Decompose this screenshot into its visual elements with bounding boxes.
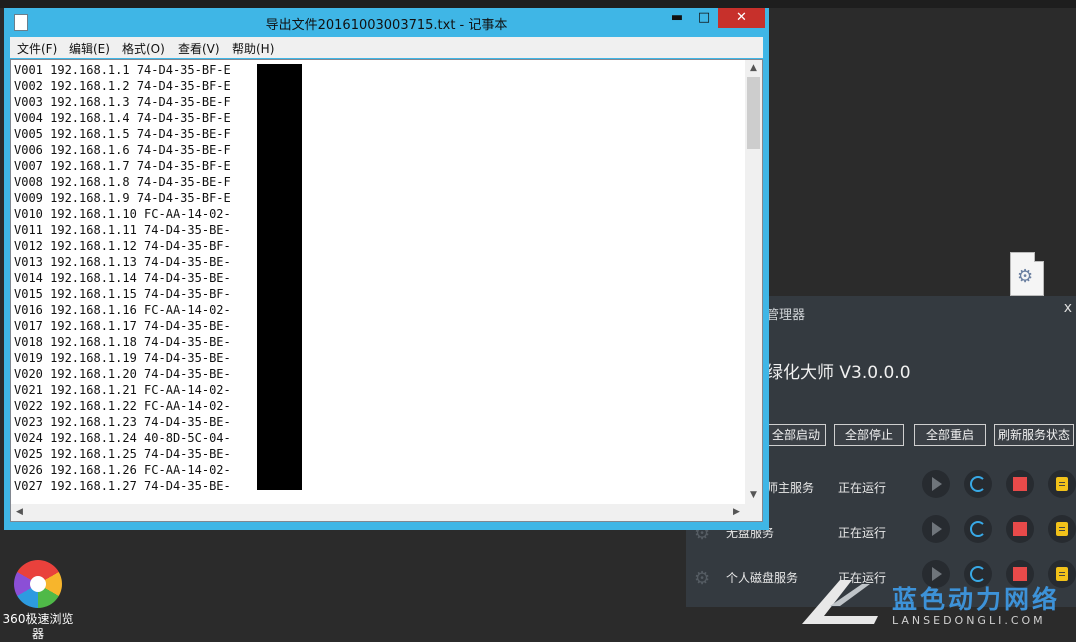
gear-icon: ⚙ xyxy=(694,568,711,589)
restart-service-button[interactable] xyxy=(964,470,992,498)
start-service-button[interactable] xyxy=(922,470,950,498)
watermark-url: LANSEDONGLI.COM xyxy=(892,614,1046,627)
watermark-text: 蓝色动力网络 xyxy=(892,585,1061,614)
service-log-button[interactable] xyxy=(1048,470,1076,498)
scrollbar-corner xyxy=(745,504,762,521)
stop-icon xyxy=(1013,567,1027,581)
text-line: V009 192.168.1.9 74-D4-35-BF-E xyxy=(14,191,231,205)
text-line: V012 192.168.1.12 74-D4-35-BF- xyxy=(14,239,231,253)
notes-icon xyxy=(1056,567,1068,581)
browser-label: 360极速浏览器 xyxy=(2,612,74,641)
scroll-left-arrow-icon[interactable]: ◀ xyxy=(11,504,28,521)
notepad-titlebar[interactable]: 导出文件20161003003715.txt - 记事本 ▬ □ ✕ xyxy=(4,8,769,37)
maximize-button[interactable]: □ xyxy=(691,8,717,28)
text-line: V024 192.168.1.24 40-8D-5C-04- xyxy=(14,431,231,445)
scroll-up-arrow-icon[interactable]: ▲ xyxy=(745,60,762,77)
refresh-icon xyxy=(970,521,986,537)
menu-view[interactable]: 查看(V) xyxy=(178,40,220,57)
text-editor[interactable]: V001 192.168.1.1 74-D4-35-BF-E V002 192.1… xyxy=(10,59,763,522)
text-line: V026 192.168.1.26 FC-AA-14-02- xyxy=(14,463,231,477)
text-line: V006 192.168.1.6 74-D4-35-BE-F xyxy=(14,143,231,157)
service-manager-title: 管理器 xyxy=(766,308,806,323)
menu-help[interactable]: 帮助(H) xyxy=(232,40,274,57)
menu-format[interactable]: 格式(O) xyxy=(122,40,165,57)
text-line: V027 192.168.1.27 74-D4-35-BE- xyxy=(14,479,231,493)
menu-file[interactable]: 文件(F) xyxy=(17,40,57,57)
text-line: V002 192.168.1.2 74-D4-35-BF-E xyxy=(14,79,231,93)
notes-icon xyxy=(1056,522,1068,536)
text-line: V001 192.168.1.1 74-D4-35-BF-E xyxy=(14,63,231,77)
text-line: V005 192.168.1.5 74-D4-35-BE-F xyxy=(14,127,231,141)
service-manager-close-button[interactable]: x xyxy=(1064,300,1072,316)
service-status: 正在运行 xyxy=(838,526,887,540)
desktop-settings-file-icon[interactable]: ⚙ xyxy=(1010,252,1044,296)
stop-icon xyxy=(1013,522,1027,536)
text-line: V008 192.168.1.8 74-D4-35-BE-F xyxy=(14,175,231,189)
text-line: V016 192.168.1.16 FC-AA-14-02- xyxy=(14,303,231,317)
text-line: V025 192.168.1.25 74-D4-35-BE- xyxy=(14,447,231,461)
text-line: V018 192.168.1.18 74-D4-35-BE- xyxy=(14,335,231,349)
restart-all-button[interactable]: 全部重启 xyxy=(914,424,986,446)
service-manager-app-name: 绿化大师 V3.0.0.0 xyxy=(766,363,911,383)
play-icon xyxy=(932,522,942,536)
text-line: V007 192.168.1.7 74-D4-35-BF-E xyxy=(14,159,231,173)
text-line: V020 192.168.1.20 74-D4-35-BE- xyxy=(14,367,231,381)
text-line: V023 192.168.1.23 74-D4-35-BE- xyxy=(14,415,231,429)
text-line: V003 192.168.1.3 74-D4-35-BE-F xyxy=(14,95,231,109)
refresh-icon xyxy=(970,476,986,492)
service-name: 师主服务 xyxy=(766,481,815,495)
text-line: V004 192.168.1.4 74-D4-35-BF-E xyxy=(14,111,231,125)
minimize-button[interactable]: ▬ xyxy=(664,8,690,28)
start-all-button[interactable]: 全部启动 xyxy=(766,424,826,446)
notepad-window: 导出文件20161003003715.txt - 记事本 ▬ □ ✕ 文件(F)… xyxy=(4,8,769,530)
text-line: V022 192.168.1.22 FC-AA-14-02- xyxy=(14,399,231,413)
text-line: V015 192.168.1.15 74-D4-35-BF- xyxy=(14,287,231,301)
play-icon xyxy=(932,477,942,491)
stop-icon xyxy=(1013,477,1027,491)
scroll-thumb[interactable] xyxy=(747,77,760,149)
play-icon xyxy=(932,567,942,581)
text-line: V011 192.168.1.11 74-D4-35-BE- xyxy=(14,223,231,237)
redaction-bar xyxy=(257,64,302,490)
text-line: V019 192.168.1.19 74-D4-35-BE- xyxy=(14,351,231,365)
scroll-right-arrow-icon[interactable]: ▶ xyxy=(728,504,745,521)
service-status: 正在运行 xyxy=(838,481,887,495)
text-line: V017 192.168.1.17 74-D4-35-BE- xyxy=(14,319,231,333)
stop-service-button[interactable] xyxy=(1006,470,1034,498)
menu-bar: 文件(F) 编辑(E) 格式(O) 查看(V) 帮助(H) xyxy=(10,37,763,58)
stop-service-button[interactable] xyxy=(1006,515,1034,543)
restart-service-button[interactable] xyxy=(964,515,992,543)
notes-icon xyxy=(1056,477,1068,491)
browser-icon[interactable] xyxy=(14,560,62,608)
window-title: 导出文件20161003003715.txt - 记事本 xyxy=(265,18,508,33)
refresh-status-button[interactable]: 刷新服务状态 xyxy=(994,424,1074,446)
text-line: V021 192.168.1.21 FC-AA-14-02- xyxy=(14,383,231,397)
text-line: V014 192.168.1.14 74-D4-35-BE- xyxy=(14,271,231,285)
stop-all-button[interactable]: 全部停止 xyxy=(834,424,904,446)
start-service-button[interactable] xyxy=(922,515,950,543)
text-line: V013 192.168.1.13 74-D4-35-BE- xyxy=(14,255,231,269)
close-button[interactable]: ✕ xyxy=(718,8,765,28)
top-strip xyxy=(0,0,1076,8)
text-content[interactable]: V001 192.168.1.1 74-D4-35-BF-E V002 192.1… xyxy=(14,62,746,502)
watermark-logo xyxy=(802,580,878,624)
vertical-scrollbar[interactable]: ▲ ▼ xyxy=(745,60,762,504)
text-line: V010 192.168.1.10 FC-AA-14-02- xyxy=(14,207,231,221)
service-name: 个人磁盘服务 xyxy=(726,571,799,585)
scroll-down-arrow-icon[interactable]: ▼ xyxy=(745,487,762,504)
gear-icon: ⚙ xyxy=(1017,266,1034,287)
menu-edit[interactable]: 编辑(E) xyxy=(69,40,110,57)
service-log-button[interactable] xyxy=(1048,515,1076,543)
horizontal-scrollbar[interactable]: ◀ ▶ xyxy=(11,504,745,521)
